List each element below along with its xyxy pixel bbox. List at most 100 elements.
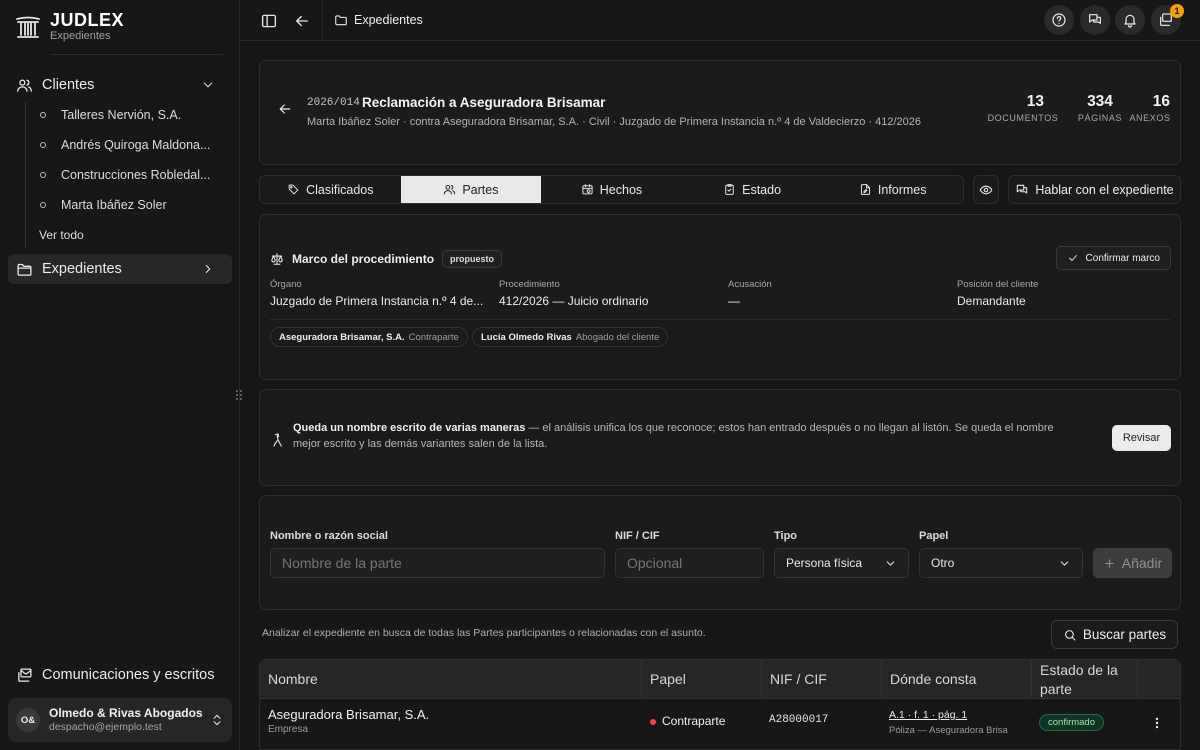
tab-partes[interactable]: Partes <box>400 176 542 203</box>
breadcrumb[interactable]: Expedientes <box>334 13 423 27</box>
resize-handle-icon[interactable] <box>235 389 243 401</box>
calendar-clock-icon <box>582 184 593 195</box>
sidebar-toggle-icon[interactable] <box>260 12 278 30</box>
preview-button[interactable] <box>973 175 999 204</box>
see-all-link[interactable]: Ver todo <box>39 228 84 242</box>
role-label: Contraparte <box>662 714 726 728</box>
more-vertical-icon[interactable] <box>1150 716 1164 730</box>
tab-label: Partes <box>462 182 499 197</box>
sidebar-clientes[interactable]: Clientes <box>8 70 232 100</box>
tab-label: Estado <box>742 182 782 197</box>
check-icon <box>1068 255 1077 261</box>
bell-icon <box>1124 14 1136 28</box>
chat-bubbles-icon <box>1017 184 1028 193</box>
party-type: Empresa <box>268 724 309 735</box>
marco-title-text: Marco del procedimiento <box>292 252 435 266</box>
tab-bar: Clasificados Partes Hechos Estado Inform… <box>259 175 964 204</box>
scale-icon <box>271 253 283 265</box>
brand-name: JUDLEX <box>50 10 125 30</box>
sidebar-clientes-label: Clientes <box>42 77 95 93</box>
add-party-button[interactable]: Añadir <box>1093 548 1172 578</box>
analyze-hint: Analizar el expediente en busca de todas… <box>262 627 706 639</box>
col-estado[interactable]: Estado de la parte <box>1032 660 1138 699</box>
stat-label: PÁGINAS <box>1077 113 1123 123</box>
parties-table: Nombre Papel NIF / CIF Dónde consta Esta… <box>259 659 1181 750</box>
sidebar-client-item[interactable]: Andrés Quiroga Maldona... <box>40 133 220 157</box>
search-label: Buscar partes <box>1082 627 1167 642</box>
plus-icon <box>1104 558 1114 568</box>
divider <box>322 0 323 41</box>
file-edit-icon <box>860 184 870 195</box>
party-chip[interactable]: Lucía Olmedo Rivas Abogado del cliente <box>472 327 669 347</box>
party-chip[interactable]: Aseguradora Brisamar, S.A. Contraparte <box>270 327 468 347</box>
col-nif[interactable]: NIF / CIF <box>762 660 882 699</box>
marco-title: Marco del procedimiento propuesto <box>270 250 503 268</box>
notifications-button[interactable] <box>1115 5 1145 35</box>
account-name: Olmedo & Rivas Abogados <box>49 706 203 720</box>
brand[interactable]: JUDLEX Expedientes <box>14 11 124 43</box>
stat-anexos: 16 ANEXOS <box>1126 93 1174 123</box>
help-button[interactable] <box>1044 5 1074 35</box>
chevron-down-icon[interactable] <box>201 78 215 92</box>
confirm-marco-button[interactable]: Confirmar marco <box>1055 246 1171 270</box>
columns-logo-icon <box>16 16 40 38</box>
inbox-button[interactable]: 1 <box>1151 4 1184 35</box>
back-arrow-icon[interactable] <box>293 12 311 30</box>
sidebar-comunicaciones[interactable]: Comunicaciones y escritos <box>8 660 232 690</box>
divider <box>270 319 1170 320</box>
breadcrumb-label: Expedientes <box>354 13 423 27</box>
col-nombre[interactable]: Nombre <box>260 660 642 699</box>
tab-hechos[interactable]: Hechos <box>541 176 682 203</box>
mail-stack-icon <box>18 667 32 682</box>
source-link[interactable]: A.1 · f. 1 · pág. 1 <box>889 709 967 721</box>
field-value: — <box>728 294 740 308</box>
table-header: Nombre Papel NIF / CIF Dónde consta Esta… <box>260 660 1180 699</box>
marco-card: Marco del procedimiento propuesto Confir… <box>259 214 1181 380</box>
party-nif: A28000017 <box>769 714 829 726</box>
field-organo: Órgano Juzgado de Primera Instancia n.º … <box>270 279 490 308</box>
table-row[interactable]: Aseguradora Brisamar, S.A. Empresa Contr… <box>260 700 1180 749</box>
tab-clasificados[interactable]: Clasificados <box>260 176 401 203</box>
field-value: 412/2026 — Juicio ordinario <box>499 294 649 308</box>
field-posicion: Posición del cliente Demandante <box>957 279 1177 308</box>
papel-select[interactable]: Otro <box>919 548 1083 578</box>
clipboard-check-icon <box>725 184 734 195</box>
account-switcher[interactable]: O& Olmedo & Rivas Abogados despacho@ejem… <box>8 698 232 742</box>
tab-informes[interactable]: Informes <box>822 176 963 203</box>
col-papel[interactable]: Papel <box>642 660 762 699</box>
papel-value: Otro <box>931 556 955 570</box>
sidebar-expedientes[interactable]: Expedientes <box>8 254 232 284</box>
bullet-icon <box>40 172 46 178</box>
sidebar-client-item[interactable]: Talleres Nervión, S.A. <box>40 103 220 127</box>
tab-estado[interactable]: Estado <box>682 176 823 203</box>
tipo-select[interactable]: Persona física <box>774 548 909 578</box>
stat-label: ANEXOS <box>1129 113 1171 123</box>
stat-documentos: 13 DOCUMENTOS <box>986 93 1060 123</box>
merge-icon <box>273 433 282 447</box>
back-arrow-icon[interactable] <box>277 101 293 117</box>
users-icon <box>17 79 32 92</box>
messages-button[interactable] <box>1080 5 1110 35</box>
field-label: Posición del cliente <box>957 279 1039 290</box>
tab-label: Clasificados <box>306 182 374 197</box>
chevron-down-icon <box>886 560 895 566</box>
sidebar-client-item[interactable]: Construcciones Robledal... <box>40 163 220 187</box>
notice-bold: Queda un nombre escrito de varias manera… <box>293 422 526 434</box>
chat-button-label: Hablar con el expediente <box>1035 182 1174 197</box>
chat-with-case-button[interactable]: Hablar con el expediente <box>1008 175 1181 204</box>
bullet-icon <box>40 112 46 118</box>
col-donde[interactable]: Dónde consta <box>882 660 1032 699</box>
topbar: Expedientes 1 <box>240 0 1200 41</box>
party-role: Contraparte <box>650 714 725 728</box>
chip-name: Lucía Olmedo Rivas <box>481 331 572 343</box>
revisar-button[interactable]: Revisar <box>1112 425 1171 451</box>
client-name: Marta Ibáñez Soler <box>61 198 167 212</box>
help-circle-icon <box>1052 13 1066 27</box>
name-input[interactable]: Nombre de la parte <box>270 548 605 578</box>
nif-input[interactable]: Opcional <box>615 548 764 578</box>
nif-label: NIF / CIF <box>615 530 660 542</box>
add-party-form: Nombre o razón social Nombre de la parte… <box>259 495 1181 610</box>
search-parties-button[interactable]: Buscar partes <box>1051 620 1178 649</box>
confirm-label: Confirmar marco <box>1085 252 1160 264</box>
sidebar-client-item[interactable]: Marta Ibáñez Soler <box>40 193 220 217</box>
